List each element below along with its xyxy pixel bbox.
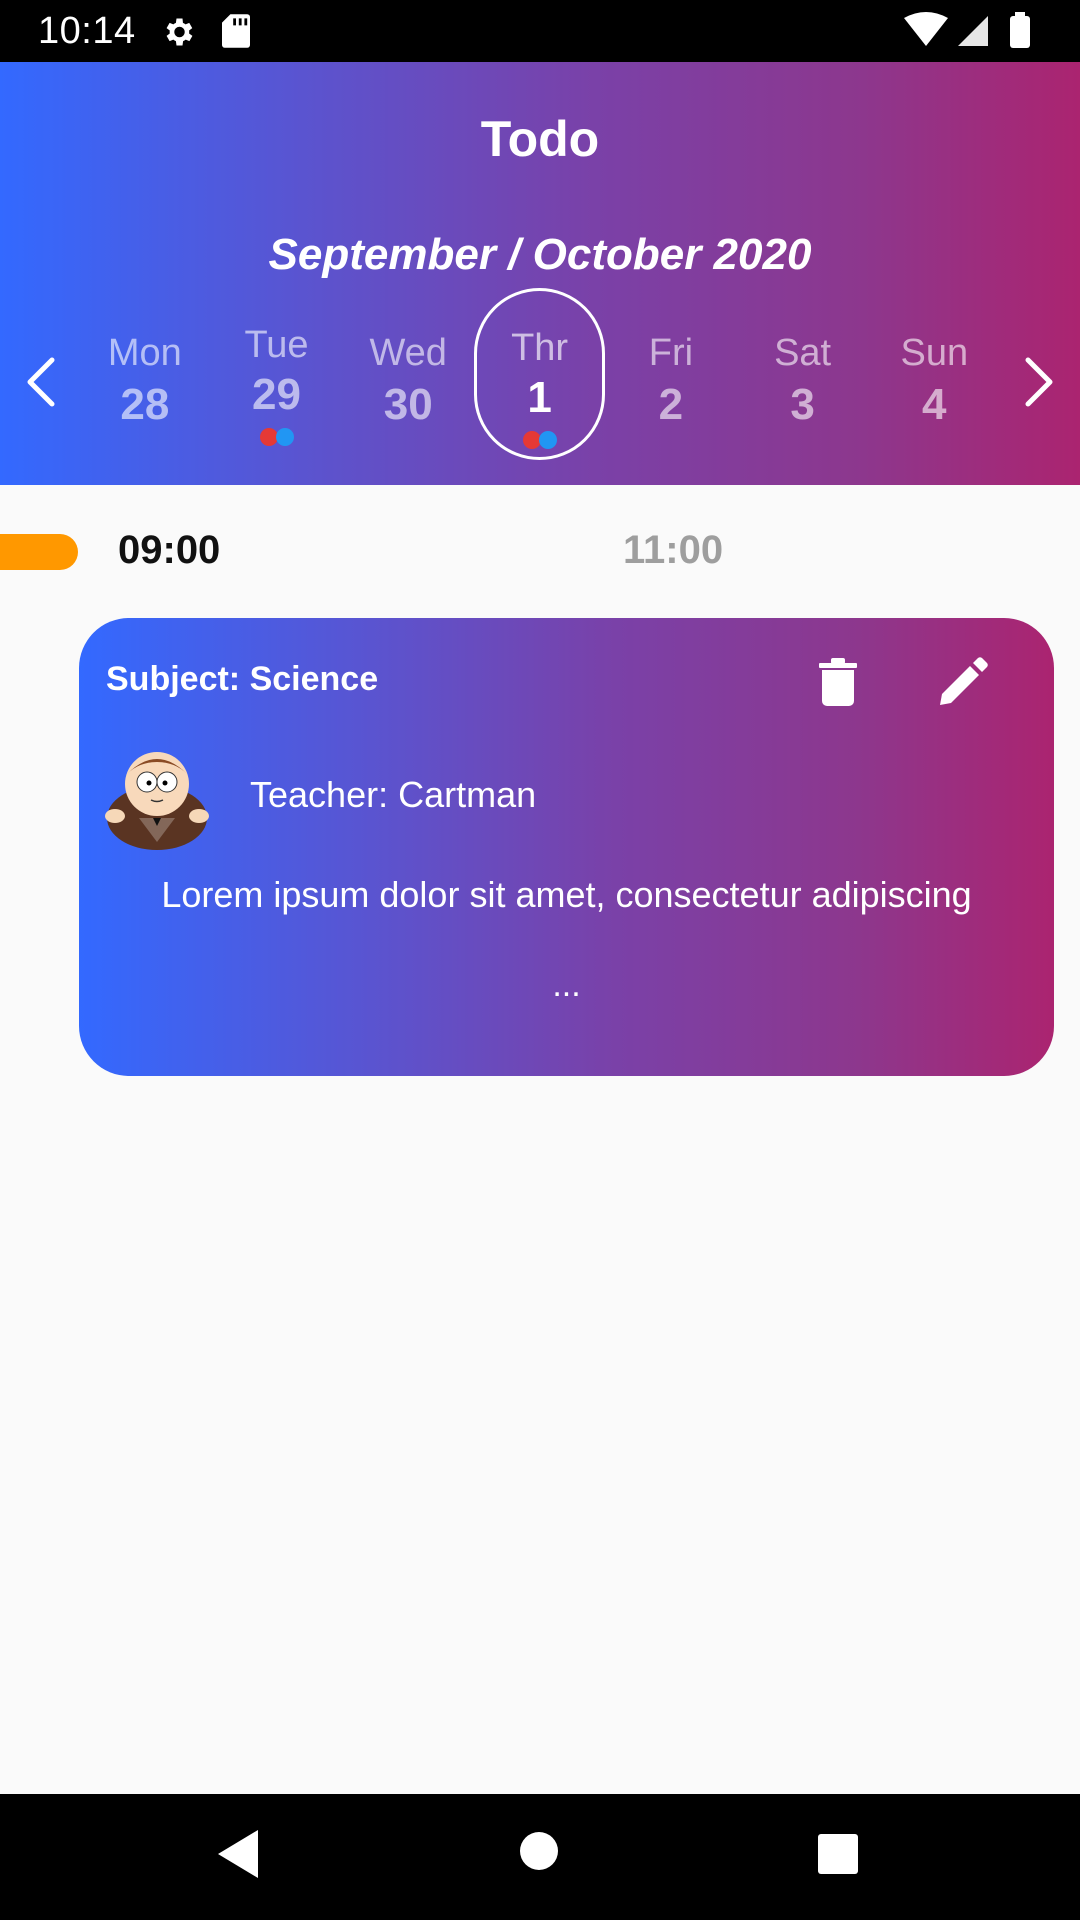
day-name: Tue	[244, 324, 309, 366]
day-item[interactable]: Sat 3	[737, 288, 869, 460]
event-dot-blue	[538, 431, 557, 449]
header: Todo September / October 2020 Mon 28 Tue…	[0, 62, 1080, 485]
day-number: 28	[120, 380, 170, 429]
day-name: Wed	[369, 332, 447, 374]
day-number: 1	[527, 373, 552, 422]
day-name: Sun	[900, 332, 969, 374]
signal-icon	[958, 16, 988, 46]
day-name: Thr	[511, 327, 569, 369]
status-time: 10:14	[38, 10, 136, 52]
home-icon[interactable]	[520, 1832, 558, 1870]
back-icon[interactable]	[214, 1828, 260, 1880]
day-number: 3	[790, 380, 815, 429]
trash-icon	[819, 658, 857, 706]
start-time: 09:00	[118, 528, 221, 572]
day-number: 29	[252, 370, 301, 419]
teacher-label: Teacher: Cartman	[250, 774, 537, 815]
event-dots	[211, 428, 343, 446]
day-number: 2	[658, 380, 684, 429]
status-right-icons	[904, 12, 1030, 48]
sd-card-icon	[222, 14, 250, 48]
day-name: Mon	[107, 332, 182, 374]
pencil-icon	[940, 657, 988, 705]
event-dot-blue	[275, 428, 294, 446]
system-nav-bar	[0, 1794, 1080, 1920]
month-label: September / October 2020	[268, 230, 812, 279]
status-bar: 10:14	[0, 0, 1080, 62]
event-description: Lorem ipsum dolor sit amet, consectetur …	[161, 874, 972, 915]
day-name: Sat	[774, 332, 832, 374]
day-number: 4	[922, 380, 947, 429]
chevron-right-icon[interactable]	[1020, 352, 1060, 412]
day-item[interactable]: Wed 30	[342, 288, 474, 460]
chevron-left-icon[interactable]	[20, 352, 60, 412]
day-item-selected[interactable]: Thr 1	[474, 288, 606, 460]
recent-apps-icon[interactable]	[818, 1834, 858, 1874]
event-dot-red	[259, 428, 278, 446]
edit-button[interactable]	[933, 652, 993, 712]
battery-icon	[1010, 16, 1030, 48]
gear-icon	[166, 18, 193, 46]
page-title: Todo	[480, 111, 600, 167]
description-ellipsis: ...	[552, 966, 581, 1004]
day-number: 30	[383, 380, 433, 429]
end-time: 11:00	[623, 528, 724, 572]
subject-label: Subject: Science	[106, 660, 379, 698]
day-selector: Mon 28 Tue 29 Wed 30 Thr 1 Fri 2 Sat 3 S…	[79, 288, 1001, 460]
delete-button[interactable]	[808, 652, 868, 712]
day-item[interactable]: Fri 2	[605, 288, 737, 460]
teacher-avatar	[105, 752, 209, 850]
event-card[interactable]: Subject: Science Teacher: Cartman Lorem …	[79, 618, 1054, 1076]
day-item[interactable]: Mon 28	[79, 288, 211, 460]
wifi-icon	[904, 12, 948, 46]
event-dots	[477, 431, 602, 449]
day-item[interactable]: Sun 4	[868, 288, 1000, 460]
current-time-marker	[0, 534, 78, 570]
event-dot-red	[522, 431, 541, 449]
day-name: Fri	[648, 332, 694, 374]
day-item[interactable]: Tue 29	[211, 288, 343, 460]
